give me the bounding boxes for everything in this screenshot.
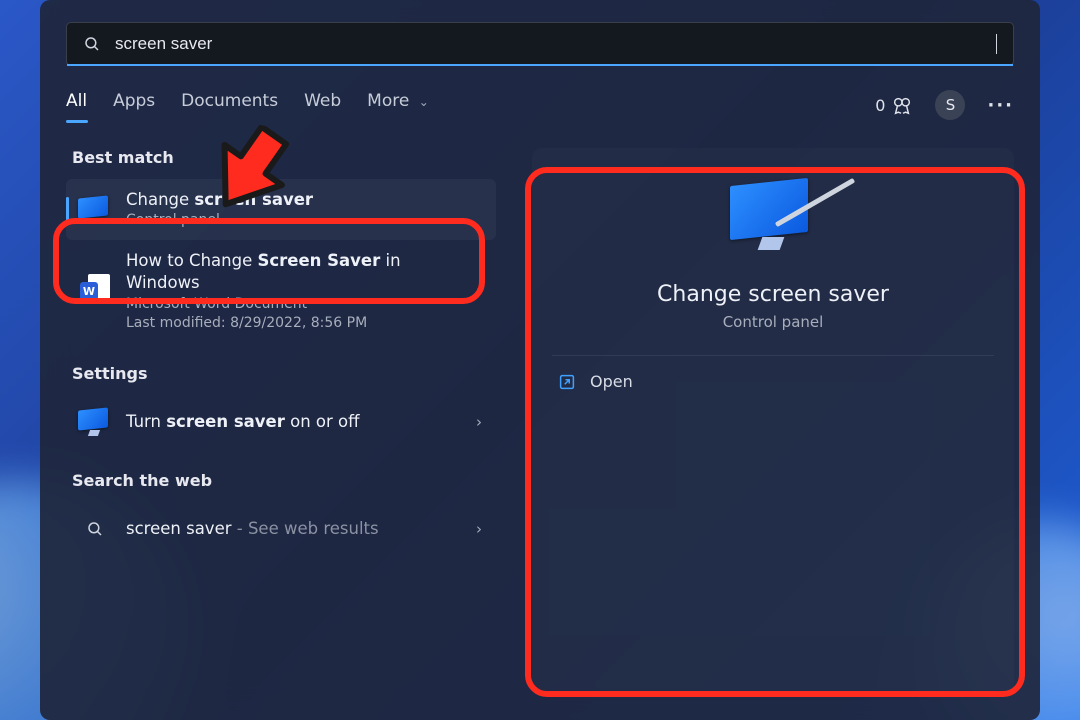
chevron-right-icon: › <box>476 282 482 300</box>
result-text: Change screen saver Control panel <box>126 189 482 230</box>
section-settings: Settings <box>72 364 490 383</box>
result-text: Turn screen saver on or off <box>126 411 462 433</box>
search-input[interactable] <box>115 34 988 54</box>
word-document-icon: W <box>78 274 112 308</box>
monitor-icon <box>730 182 816 260</box>
monitor-icon <box>78 193 112 227</box>
result-change-screen-saver[interactable]: Change screen saver Control panel <box>66 179 496 240</box>
filter-tabs: All Apps Documents Web More ⌄ <box>66 91 429 119</box>
tabs-row: All Apps Documents Web More ⌄ 0 S ··· <box>66 90 1014 120</box>
results-body: Best match Change screen saver Control p… <box>66 148 1014 696</box>
chevron-right-icon: › <box>476 413 482 431</box>
search-icon <box>83 35 101 53</box>
monitor-icon <box>78 405 112 439</box>
result-text: screen saver - See web results <box>126 518 462 540</box>
search-icon <box>78 512 112 546</box>
tab-more[interactable]: More ⌄ <box>367 91 429 119</box>
text-caret <box>996 34 997 54</box>
chevron-down-icon: ⌄ <box>419 95 429 109</box>
start-search-panel: All Apps Documents Web More ⌄ 0 S ··· <box>40 0 1040 720</box>
tab-all[interactable]: All <box>66 91 87 119</box>
preview-actions: Open <box>552 356 994 407</box>
result-word-document[interactable]: W How to Change Screen Saver in Windows … <box>66 240 496 342</box>
search-bar[interactable] <box>66 22 1014 66</box>
result-web-search[interactable]: screen saver - See web results › <box>66 502 496 556</box>
avatar-initial: S <box>946 96 956 114</box>
rewards-count: 0 <box>875 96 885 115</box>
tab-web[interactable]: Web <box>304 91 341 119</box>
tab-more-label: More <box>367 91 409 111</box>
result-text: How to Change Screen Saver in Windows Mi… <box>126 250 462 332</box>
section-best-match: Best match <box>72 148 490 167</box>
preview-pane: Change screen saver Control panel Open <box>532 148 1014 696</box>
rewards-button[interactable]: 0 <box>875 94 913 116</box>
account-avatar[interactable]: S <box>935 90 965 120</box>
preview-card: Change screen saver Control panel Open <box>532 148 1014 696</box>
medal-icon <box>891 94 913 116</box>
tab-apps[interactable]: Apps <box>113 91 155 119</box>
result-turn-screensaver-onoff[interactable]: Turn screen saver on or off › <box>66 395 496 449</box>
results-list: Best match Change screen saver Control p… <box>66 148 496 696</box>
section-search-web: Search the web <box>72 471 490 490</box>
more-options-button[interactable]: ··· <box>987 95 1014 116</box>
preview-subtitle: Control panel <box>723 313 824 331</box>
open-action[interactable]: Open <box>552 356 994 407</box>
tab-documents[interactable]: Documents <box>181 91 278 119</box>
open-label: Open <box>590 372 633 391</box>
preview-title: Change screen saver <box>657 282 889 307</box>
chevron-right-icon: › <box>476 520 482 538</box>
open-external-icon <box>558 373 576 391</box>
header-right: 0 S ··· <box>875 90 1014 120</box>
